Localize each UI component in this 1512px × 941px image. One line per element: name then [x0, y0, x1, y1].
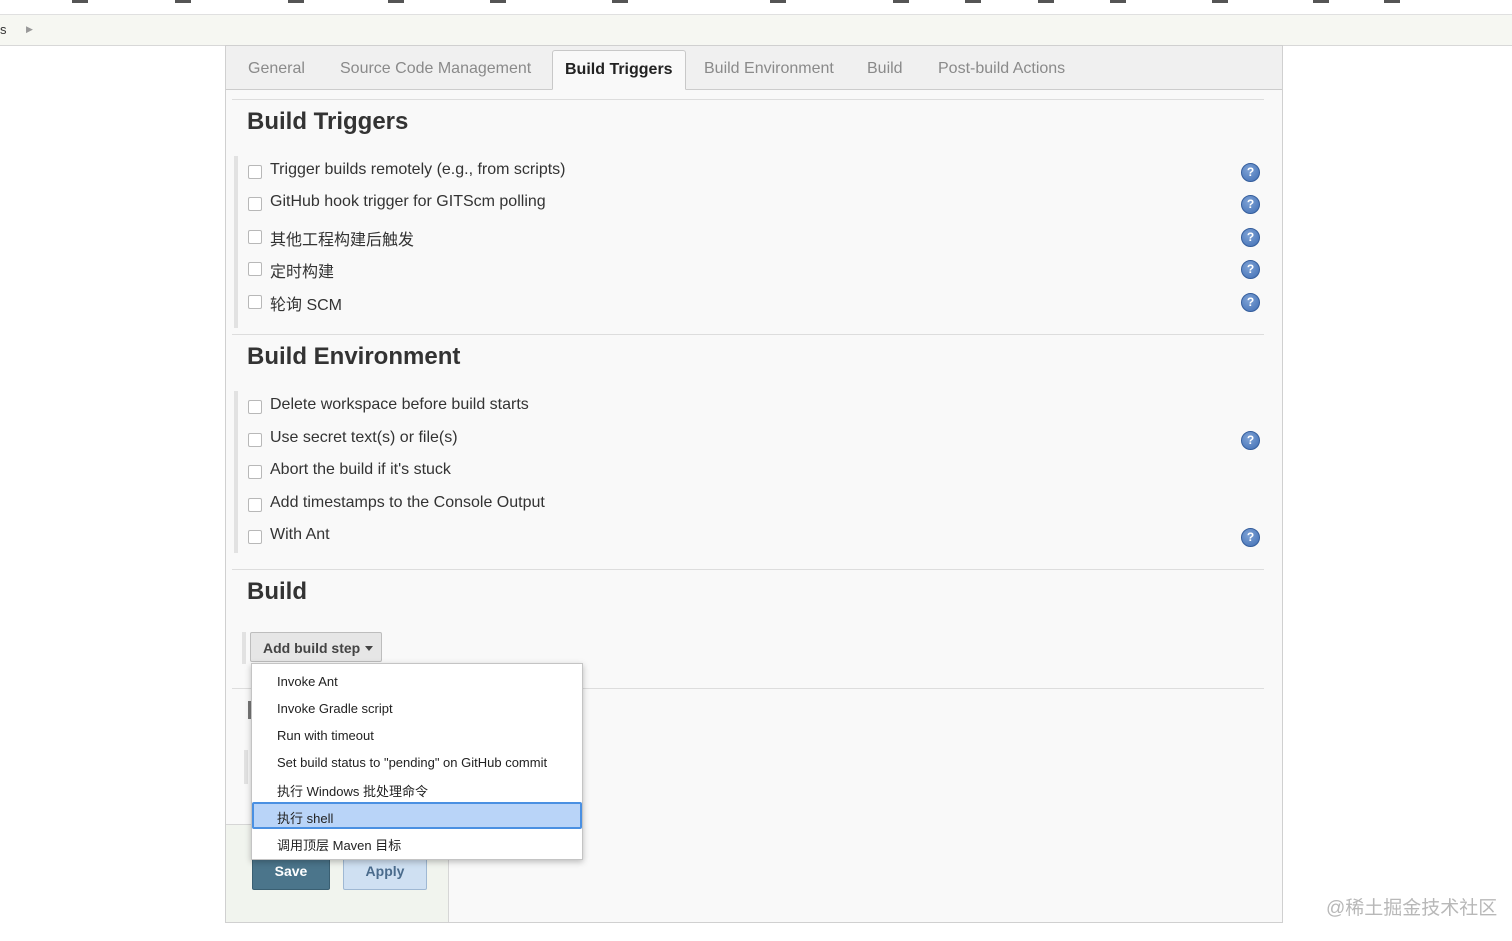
option-label[interactable]: Use secret text(s) or file(s) [270, 429, 458, 447]
poll-scm-option[interactable]: 轮询 SCM [248, 291, 1268, 315]
option-label[interactable]: With Ant [270, 526, 330, 544]
help-icon[interactable]: ? [1241, 163, 1260, 182]
trigger-remote-option[interactable]: Trigger builds remotely (e.g., from scri… [248, 161, 1268, 183]
menu-item-label: Set build status to "pending" on GitHub … [277, 755, 548, 770]
toolbar-fragment [893, 0, 909, 3]
with-ant-checkbox[interactable] [248, 530, 262, 544]
tab-build[interactable]: Build [867, 60, 903, 78]
help-icon[interactable]: ? [1241, 195, 1260, 214]
build-environment-heading: Build Environment [247, 343, 461, 370]
option-label[interactable]: Delete workspace before build starts [270, 396, 529, 414]
menu-item-invoke-gradle[interactable]: Invoke Gradle script [252, 695, 582, 722]
delete-workspace-checkbox[interactable] [248, 400, 262, 414]
menu-item-invoke-ant[interactable]: Invoke Ant [252, 668, 582, 695]
help-icon[interactable]: ? [1241, 228, 1260, 247]
toolbar-fragment [388, 0, 404, 3]
option-label[interactable]: 其他工程构建后触发 [270, 226, 414, 250]
option-group-bar [242, 632, 246, 664]
help-icon[interactable]: ? [1241, 431, 1260, 450]
option-label[interactable]: 定时构建 [270, 258, 334, 282]
menu-item-label: 执行 shell [277, 811, 334, 826]
secret-text-option[interactable]: Use secret text(s) or file(s) [248, 429, 1268, 451]
github-hook-checkbox[interactable] [248, 197, 262, 211]
breadcrumb-arrow-icon[interactable]: ▶ [26, 24, 33, 35]
toolbar-fragment [175, 0, 191, 3]
build-periodically-option[interactable]: 定时构建 [248, 258, 1268, 282]
help-icon[interactable]: ? [1241, 528, 1260, 547]
menu-item-run-with-timeout[interactable]: Run with timeout [252, 722, 582, 749]
menu-item-set-github-status[interactable]: Set build status to "pending" on GitHub … [252, 749, 582, 776]
timestamps-checkbox[interactable] [248, 498, 262, 512]
toolbar-fragment [72, 0, 88, 3]
option-label[interactable]: 轮询 SCM [270, 291, 342, 315]
option-group-bar [234, 391, 238, 553]
section-divider [232, 334, 1264, 335]
add-build-step-menu: Invoke Ant Invoke Gradle script Run with… [251, 663, 583, 860]
option-group-bar [234, 156, 238, 328]
caret-down-icon [365, 646, 373, 651]
toolbar-fragment [965, 0, 981, 3]
section-divider [232, 99, 1264, 100]
option-label[interactable]: Abort the build if it's stuck [270, 461, 451, 479]
toolbar-fragment [490, 0, 506, 3]
tab-general[interactable]: General [248, 60, 305, 78]
top-toolbar-strip [0, 0, 1512, 15]
obscured-element [244, 750, 248, 784]
menu-item-execute-shell[interactable]: 执行 shell [252, 802, 582, 829]
build-after-other-projects-checkbox[interactable] [248, 230, 262, 244]
build-triggers-heading: Build Triggers [247, 108, 409, 135]
tab-source-code-management[interactable]: Source Code Management [340, 60, 531, 78]
menu-item-label: Invoke Ant [277, 674, 338, 689]
menu-item-maven-targets[interactable]: 调用顶层 Maven 目标 [252, 829, 582, 856]
watermark: @稀土掘金技术社区 [1326, 898, 1498, 919]
menu-item-label: Invoke Gradle script [277, 701, 393, 716]
add-build-step-button[interactable]: Add build step [250, 632, 382, 662]
github-hook-option[interactable]: GitHub hook trigger for GITScm polling [248, 193, 1268, 215]
build-periodically-checkbox[interactable] [248, 262, 262, 276]
toolbar-fragment [1313, 0, 1329, 3]
option-label[interactable]: Add timestamps to the Console Output [270, 494, 545, 512]
build-after-other-projects-option[interactable]: 其他工程构建后触发 [248, 226, 1268, 250]
trigger-remote-checkbox[interactable] [248, 165, 262, 179]
toolbar-fragment [288, 0, 304, 3]
help-icon[interactable]: ? [1241, 293, 1260, 312]
menu-item-label: 调用顶层 Maven 目标 [277, 838, 402, 853]
add-build-step-label: Add build step [263, 640, 361, 656]
poll-scm-checkbox[interactable] [248, 295, 262, 309]
option-label[interactable]: GitHub hook trigger for GITScm polling [270, 193, 546, 211]
menu-item-label: 执行 Windows 批处理命令 [277, 784, 428, 799]
toolbar-fragment [1110, 0, 1126, 3]
toolbar-fragment [770, 0, 786, 3]
config-tabs: General Source Code Management Build Tri… [226, 46, 1282, 90]
menu-item-windows-batch[interactable]: 执行 Windows 批处理命令 [252, 775, 582, 802]
abort-stuck-build-checkbox[interactable] [248, 465, 262, 479]
tab-build-environment[interactable]: Build Environment [704, 60, 834, 78]
toolbar-fragment [1384, 0, 1400, 3]
toolbar-fragment [1038, 0, 1054, 3]
toolbar-fragment [1212, 0, 1228, 3]
toolbar-fragment [612, 0, 628, 3]
timestamps-option[interactable]: Add timestamps to the Console Output [248, 494, 1268, 516]
secret-text-checkbox[interactable] [248, 433, 262, 447]
breadcrumb: s ▶ [0, 15, 1512, 46]
option-label[interactable]: Trigger builds remotely (e.g., from scri… [270, 161, 565, 179]
delete-workspace-option[interactable]: Delete workspace before build starts [248, 396, 1268, 418]
tab-post-build-actions[interactable]: Post-build Actions [938, 60, 1065, 78]
abort-stuck-build-option[interactable]: Abort the build if it's stuck [248, 461, 1268, 483]
tab-build-triggers[interactable]: Build Triggers [552, 50, 686, 90]
build-heading: Build [247, 578, 307, 605]
breadcrumb-item[interactable]: s [0, 22, 7, 37]
with-ant-option[interactable]: With Ant [248, 526, 1268, 548]
section-divider [232, 569, 1264, 570]
menu-item-label: Run with timeout [277, 728, 374, 743]
help-icon[interactable]: ? [1241, 260, 1260, 279]
